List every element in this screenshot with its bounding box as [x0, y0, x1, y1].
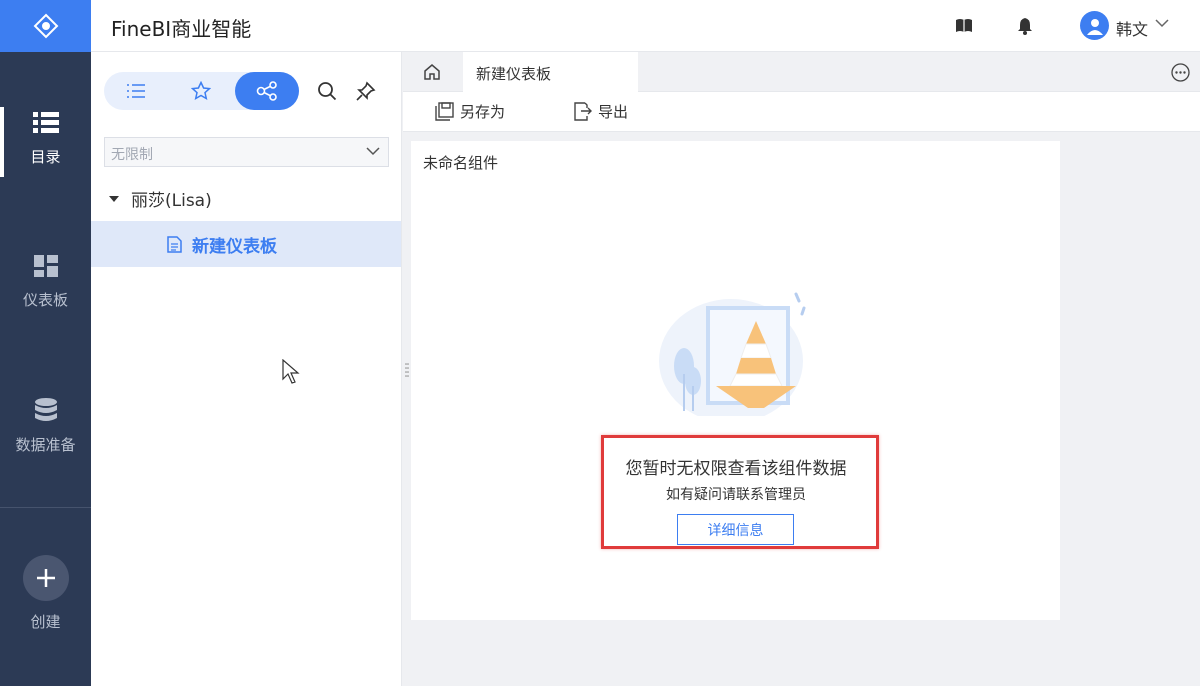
filter-value: 无限制 [111, 147, 153, 163]
logo-icon [33, 13, 58, 39]
list-icon [32, 112, 59, 133]
home-tab[interactable] [403, 52, 461, 92]
details-button[interactable]: 详细信息 [677, 514, 794, 545]
share-icon [256, 81, 277, 101]
document-icon [167, 235, 182, 253]
export-button[interactable]: 导出 [573, 101, 628, 122]
search-icon[interactable] [317, 81, 337, 101]
caret-down-icon[interactable] [109, 195, 119, 202]
rail-item-catalog[interactable]: 目录 [0, 112, 91, 167]
create-button[interactable] [22, 555, 69, 601]
chevron-down-icon[interactable] [1155, 18, 1169, 28]
view-favorites-button[interactable] [169, 72, 233, 110]
database-icon [34, 398, 57, 421]
export-label: 导出 [598, 103, 629, 121]
tab-bar: 新建仪表板 [403, 52, 1200, 93]
rail-create[interactable]: 创建 [0, 555, 91, 632]
tab-label: 新建仪表板 [476, 65, 552, 83]
home-icon [424, 64, 440, 80]
rail-item-label: 仪表板 [22, 291, 68, 309]
user-name[interactable]: 韩文 [1116, 16, 1148, 40]
rail-divider [0, 507, 91, 508]
top-header: FineBI商业智能 韩文 [91, 0, 1200, 52]
no-permission-message: 您暂时无权限查看该组件数据 [625, 459, 847, 479]
pin-icon[interactable] [356, 81, 376, 101]
tree-leaf-dashboard[interactable]: 新建仪表板 [91, 221, 401, 267]
user-avatar-icon [1086, 18, 1103, 35]
app-logo[interactable] [0, 0, 91, 52]
app-title: FineBI商业智能 [111, 17, 252, 41]
permission-filter-select[interactable]: 无限制 [104, 137, 389, 167]
plus-icon [36, 569, 55, 587]
no-permission-illustration [659, 292, 806, 416]
widget-card[interactable]: 未命名组件 您暂时无权限查看该组件数据 如有疑问请联系管理员 详细信息 [411, 141, 1060, 620]
chevron-down-icon [366, 147, 380, 156]
panel-resize-handle[interactable] [405, 362, 409, 378]
tree-leaf-label: 新建仪表板 [192, 236, 277, 257]
contact-admin-message: 如有疑问请联系管理员 [666, 487, 806, 503]
rail-item-data-prep[interactable]: 数据准备 [0, 398, 91, 455]
save-as-label: 另存为 [460, 103, 506, 121]
list-icon [127, 84, 145, 98]
rail-item-label: 数据准备 [15, 436, 76, 454]
mouse-cursor-icon [282, 359, 300, 384]
user-avatar[interactable] [1080, 11, 1109, 40]
export-icon [574, 102, 592, 121]
catalog-panel: 无限制 丽莎(Lisa) 新建仪表板 [91, 52, 402, 686]
bell-icon[interactable] [1016, 17, 1034, 35]
dashboard-icon [33, 255, 58, 277]
star-icon [191, 81, 211, 100]
create-label: 创建 [30, 613, 61, 631]
save-as-icon [435, 102, 454, 121]
dashboard-toolbar: 另存为 导出 [403, 92, 1200, 132]
widget-title: 未命名组件 [423, 154, 499, 172]
left-rail: 目录 仪表板 数据准备 创建 [0, 0, 91, 686]
tree-folder-node[interactable]: 丽莎(Lisa) [109, 186, 212, 211]
view-shared-button[interactable] [235, 72, 299, 110]
save-as-button[interactable]: 另存为 [435, 101, 505, 122]
rail-item-label: 目录 [30, 148, 61, 166]
tree-node-label: 丽莎(Lisa) [131, 191, 212, 211]
book-icon[interactable] [955, 17, 973, 35]
tab-dashboard[interactable]: 新建仪表板 [463, 52, 638, 93]
view-switcher [104, 72, 299, 110]
more-options-icon[interactable] [1171, 63, 1190, 82]
view-list-button[interactable] [104, 72, 168, 110]
rail-item-dashboard[interactable]: 仪表板 [0, 255, 91, 310]
